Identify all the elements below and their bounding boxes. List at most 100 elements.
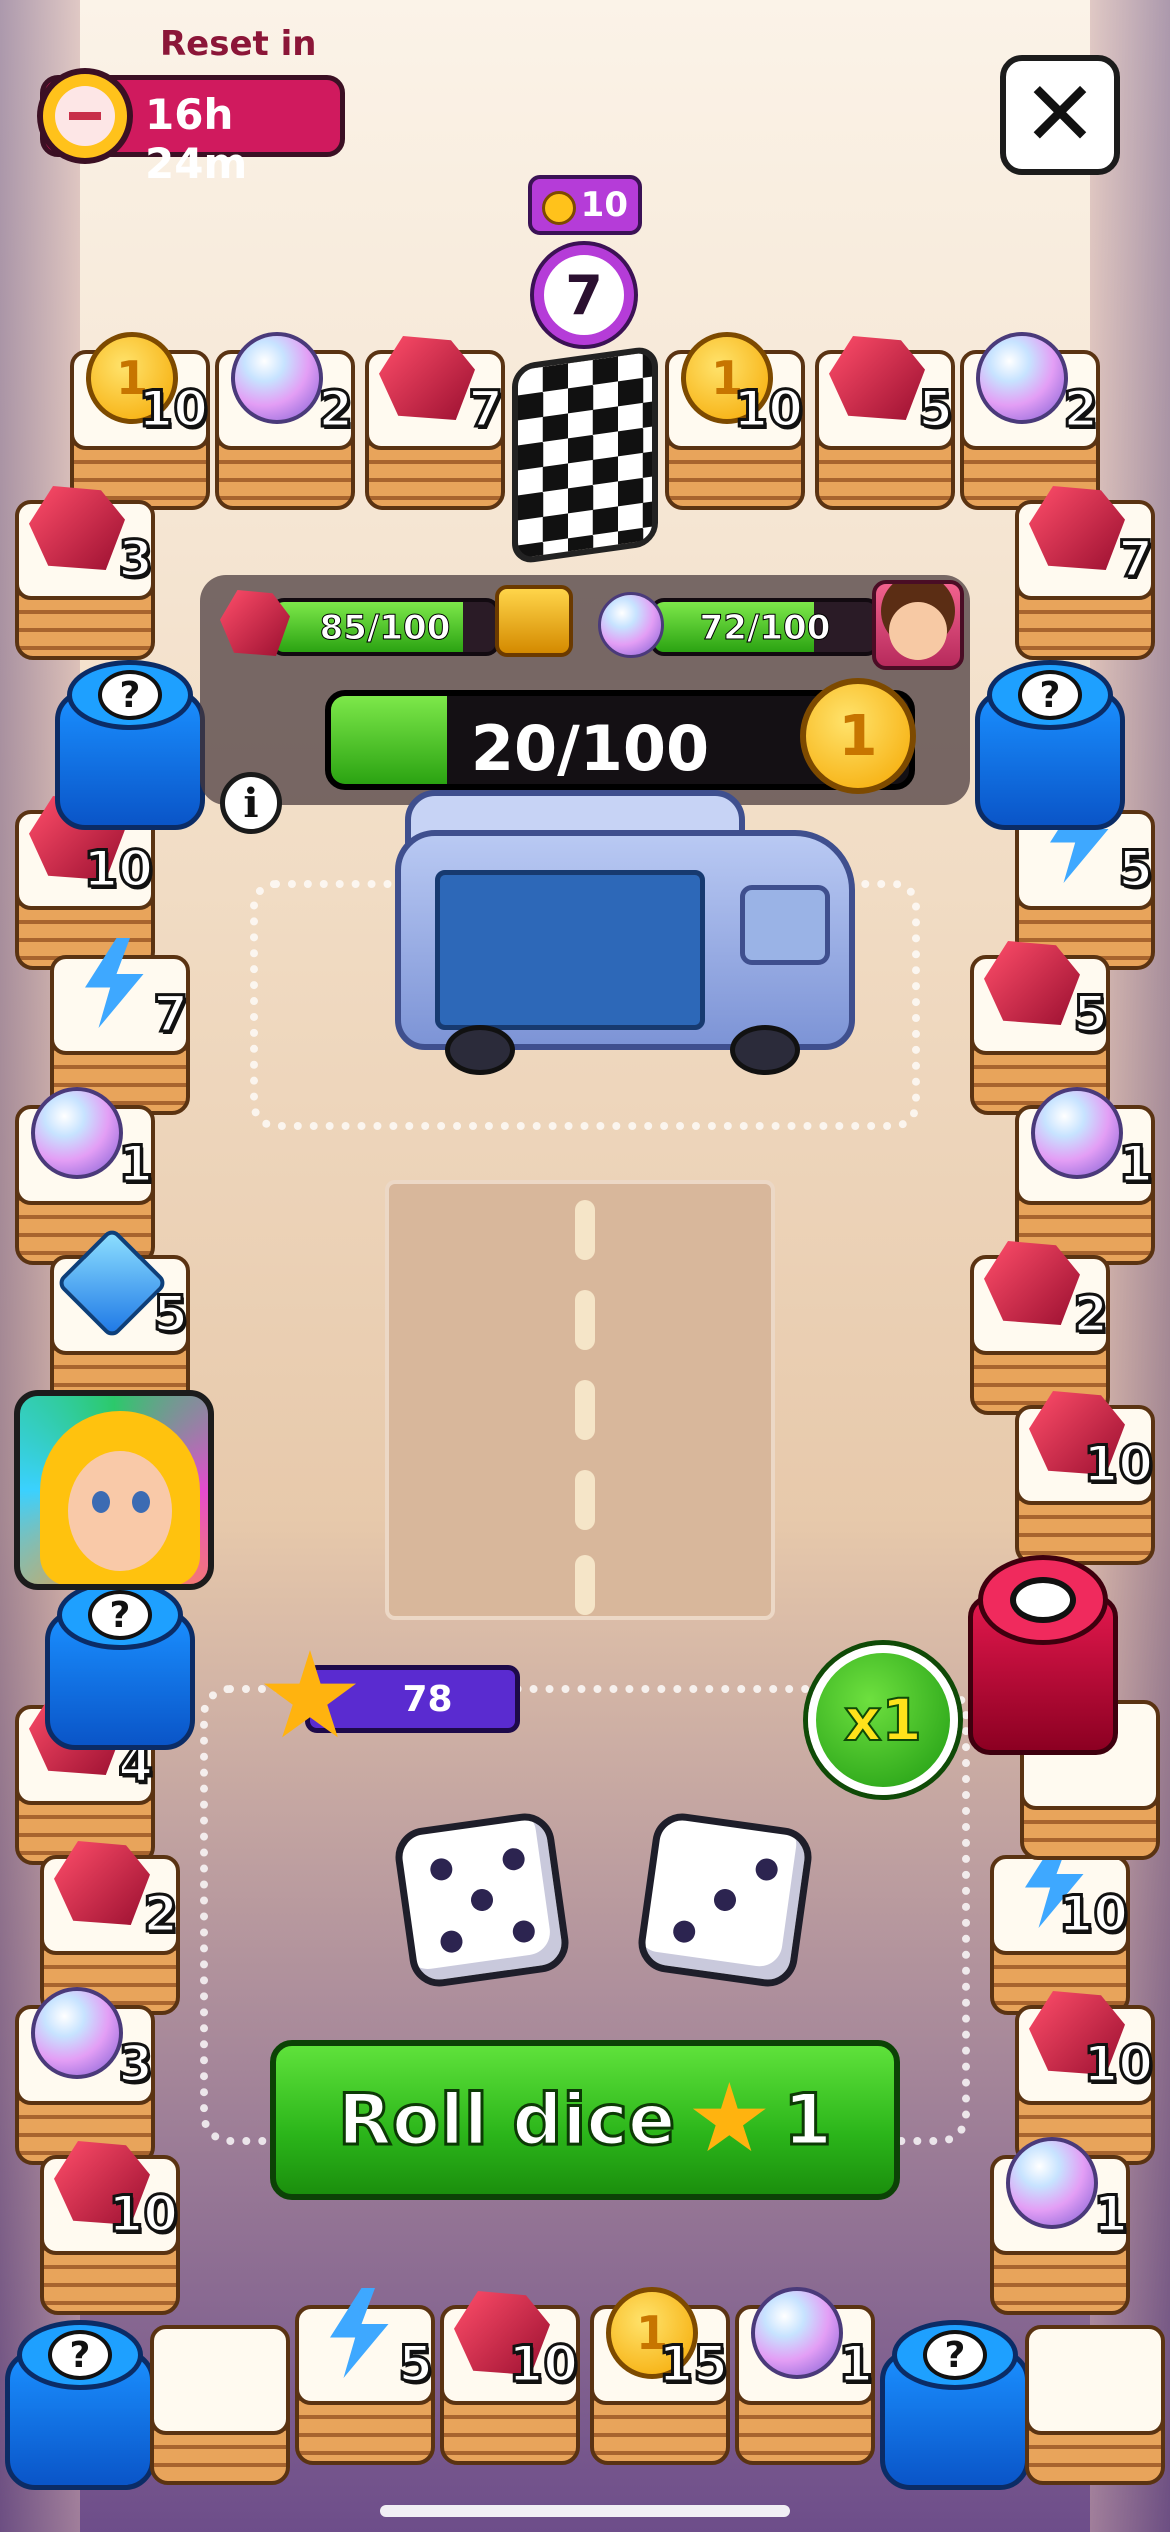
ruby-icon [29,486,125,570]
board-tile: 1 15 [590,2285,730,2465]
tile-reward-icon [749,2285,845,2381]
roll-dice-button[interactable]: Roll dice 1 [270,2040,900,2200]
question-mark-icon: ? [48,2330,112,2380]
ruby-icon [1029,486,1125,570]
mystery-tile: ? [5,2320,155,2490]
die-pip [428,1856,454,1882]
roll-cost-text: 10 [580,185,628,225]
reset-label: Reset in [160,24,317,64]
tile-count: 5 [152,1284,190,1345]
tile-count: 5 [1072,984,1110,1045]
ruby-progress-text: 85/100 [319,608,451,649]
road-dash [575,1555,595,1615]
tile-reward-icon [309,2285,405,2381]
tile-count: 10 [137,379,210,440]
board-tile: 2 [215,330,355,510]
timer-coin-icon [37,68,133,164]
tile-count: 1 [1092,2184,1130,2245]
star-icon [692,2082,766,2152]
board-tile: 7 [365,330,505,510]
timer-text: 16h 24m [145,90,248,188]
tile-count: 5 [1117,839,1155,900]
close-button[interactable]: ✕ [1000,55,1120,175]
tile-count: 2 [1072,1284,1110,1345]
tile-count: 7 [467,379,505,440]
orb-icon [31,1987,123,2079]
right-die [634,1809,816,1991]
tile-count: 5 [917,379,955,440]
die-pip [753,1856,779,1882]
orb-progress-bar: 72/100 [650,598,880,656]
tile-reward-icon [29,480,125,576]
gem-icon [55,1226,169,1340]
tile-count: 7 [1117,529,1155,590]
question-mark-icon: ? [98,670,162,720]
tile-count: 10 [107,2184,180,2245]
main-progress-text: 20/100 [470,712,710,785]
tile-count: 3 [117,2034,155,2095]
board-tile: 5 [50,1226,190,1415]
roll-dice-label: Roll dice [336,2078,676,2163]
star-counter: 78 [305,1665,520,1733]
ruby-progress-bar: 85/100 [270,598,500,656]
home-indicator [380,2505,790,2517]
chest-icon [495,585,573,657]
star-count-text: 78 [402,1678,453,1720]
tile-count: 2 [142,1884,180,1945]
board-tile: 5 [295,2285,435,2465]
rolls-count-badge: 7 [534,245,634,345]
orb-icon [231,332,323,424]
tile-count: 5 [397,2334,435,2395]
board-tile: 1 [735,2285,875,2465]
tile-reward-icon [64,935,160,1031]
tile-reward-icon [974,330,1070,426]
ruby-icon [984,1241,1080,1325]
die-pip [510,1918,536,1944]
red-eye-tile [968,1555,1118,1755]
tile-reward-icon [379,330,475,426]
orb-icon [751,2287,843,2379]
tile-count: 1 [117,1134,155,1195]
tile-reward-icon [29,1085,125,1181]
coin-icon [542,191,576,225]
board-tile: 5 [815,330,955,510]
question-mark-icon: ? [1018,670,1082,720]
road-dash [575,1290,595,1350]
tile-count: 15 [657,2334,730,2395]
tile-count: 7 [152,984,190,1045]
tile-count: 10 [732,379,805,440]
eye-icon [1010,1577,1076,1623]
tile-reward-icon [984,1235,1080,1331]
tile-count: 1 [1117,1134,1155,1195]
orb-icon [976,332,1068,424]
reset-timer: 16h 24m [37,68,345,188]
empty-tile [1025,2325,1165,2485]
ruby-icon [54,1841,150,1925]
ruby-icon [984,941,1080,1025]
board-tile: 10 [40,2135,180,2315]
bolt-icon [85,938,144,1028]
tile-reward-icon [1029,1085,1125,1181]
tile-count: 10 [507,2334,580,2395]
checkered-dice-icon [512,344,658,566]
tile-reward-icon [54,1835,150,1931]
ruby-icon [829,336,925,420]
player-avatar [14,1390,214,1590]
tile-count: 1 [837,2334,875,2395]
die-pip [438,1928,464,1954]
info-button[interactable]: i [220,772,282,834]
left-die [391,1809,573,1991]
tile-reward-icon [984,935,1080,1031]
multiplier-button[interactable]: x1 [808,1645,958,1795]
orb-icon [1031,1087,1123,1179]
tile-reward-icon [829,330,925,426]
orb-icon [1006,2137,1098,2229]
board-tile: 10 [1015,1385,1155,1565]
tile-reward-icon [55,1226,169,1340]
road-dash [575,1470,595,1530]
tile-reward-icon [1004,2135,1100,2231]
mystery-tile: ? [975,660,1125,830]
mystery-tile: ? [45,1580,195,1750]
van-icon [395,790,855,1080]
board-tile: 7 [1015,480,1155,660]
